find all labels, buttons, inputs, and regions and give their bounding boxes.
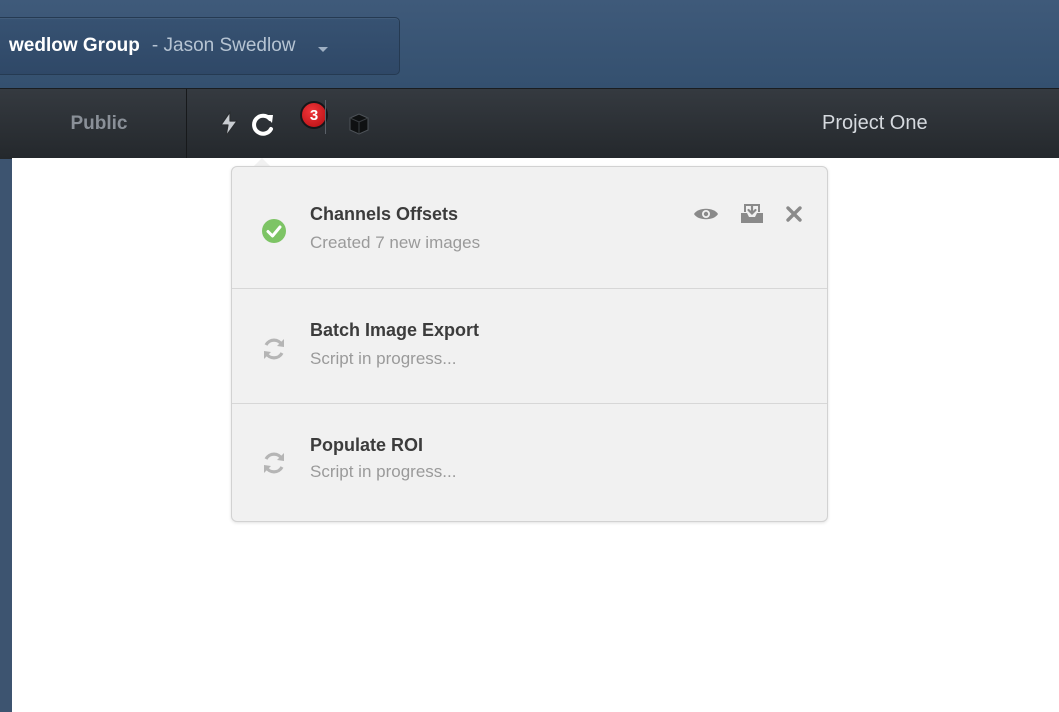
activity-actions: [693, 203, 803, 225]
download-button[interactable]: [739, 203, 765, 225]
inbox-download-icon: [741, 204, 763, 223]
check-circle-icon: [262, 219, 286, 243]
activity-count-badge: 3: [300, 101, 328, 129]
nav-divider: [325, 100, 326, 134]
group-selector[interactable]: wedlow Group - Jason Swedlow: [0, 17, 400, 75]
cube-icon: [349, 113, 369, 135]
lightning-icon: [220, 111, 238, 137]
top-header: wedlow Group - Jason Swedlow: [0, 0, 1059, 88]
refresh-icon: [264, 338, 284, 360]
activity-item: Channels Offsets Created 7 new images: [232, 167, 827, 289]
activities-popover: Channels Offsets Created 7 new images Ba…: [231, 166, 828, 522]
activity-subtitle: Script in progress...: [310, 462, 457, 481]
activity-item: Populate ROI Script in progress...: [232, 404, 827, 521]
refresh-icon: [264, 452, 284, 474]
activity-subtitle: Script in progress...: [310, 349, 457, 368]
cube-button[interactable]: [346, 89, 372, 159]
dismiss-button[interactable]: [785, 203, 803, 225]
close-icon: [786, 206, 802, 222]
chevron-down-icon: [317, 46, 328, 52]
project-title: Project One: [822, 111, 928, 134]
scripts-button[interactable]: [218, 89, 240, 159]
activity-item: Batch Image Export Script in progress...: [232, 289, 827, 404]
nav-public-tab[interactable]: Public: [12, 89, 187, 159]
group-name: wedlow Group: [9, 35, 140, 56]
activity-title: Channels Offsets: [310, 204, 459, 224]
activities-button[interactable]: 3: [248, 89, 328, 159]
view-button[interactable]: [693, 203, 719, 225]
activity-title: Batch Image Export: [310, 320, 480, 340]
refresh-icon: [252, 113, 273, 136]
activity-title: Populate ROI: [310, 435, 424, 455]
group-user: - Jason Swedlow: [151, 35, 296, 56]
activity-subtitle: Created 7 new images: [310, 233, 481, 252]
eye-icon: [694, 208, 718, 220]
